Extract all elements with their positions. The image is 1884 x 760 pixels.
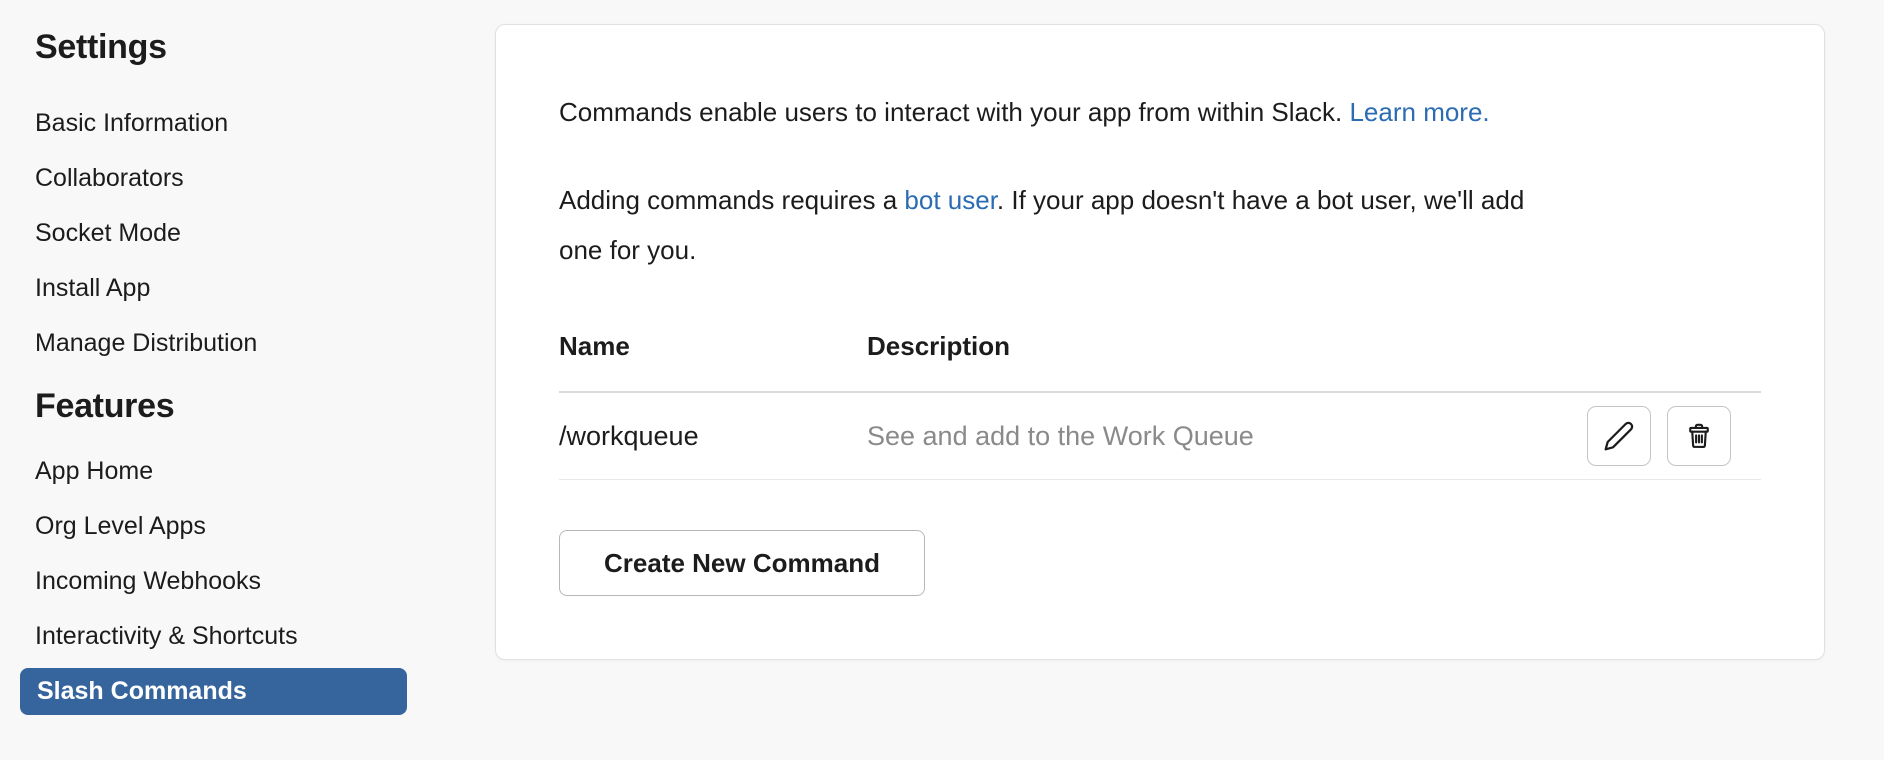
sidebar: Settings Basic Information Collaborators…: [20, 0, 455, 715]
table-row: /workqueue See and add to the Work Queue: [559, 393, 1761, 480]
note-wrap-line: one for you.: [559, 235, 697, 265]
command-name: /workqueue: [559, 420, 699, 451]
pencil-icon: [1603, 420, 1635, 452]
edit-command-button[interactable]: [1587, 406, 1651, 466]
delete-command-button[interactable]: [1667, 406, 1731, 466]
note-after-link: . If your app doesn't have a bot user, w…: [996, 185, 1525, 215]
slash-commands-panel: Commands enable users to interact with y…: [495, 24, 1825, 660]
settings-nav-list: Basic Information Collaborators Socket M…: [35, 110, 455, 357]
sidebar-item-app-home[interactable]: App Home: [35, 458, 455, 485]
column-header-name: Name: [559, 331, 630, 361]
sidebar-item-org-level-apps[interactable]: Org Level Apps: [35, 513, 455, 540]
trash-icon: [1684, 421, 1714, 451]
commands-table-header: Name Description: [559, 329, 1761, 393]
commands-intro-text: Commands enable users to interact with y…: [559, 95, 1761, 129]
sidebar-item-socket-mode[interactable]: Socket Mode: [35, 220, 455, 247]
features-nav-list: App Home Org Level Apps Incoming Webhook…: [20, 458, 455, 715]
sidebar-heading-settings: Settings: [35, 28, 167, 66]
sidebar-item-collaborators[interactable]: Collaborators: [35, 165, 455, 192]
sidebar-item-slash-commands[interactable]: Slash Commands: [20, 668, 407, 715]
create-new-command-button[interactable]: Create New Command: [559, 530, 925, 596]
column-header-description: Description: [867, 331, 1011, 361]
sidebar-heading-features: Features: [35, 387, 175, 425]
slash-commands-page: Settings Basic Information Collaborators…: [0, 0, 1884, 760]
learn-more-link[interactable]: Learn more.: [1349, 97, 1489, 127]
sidebar-item-incoming-webhooks[interactable]: Incoming Webhooks: [35, 568, 455, 595]
note-before-link: Adding commands requires a: [559, 185, 905, 215]
row-actions: [1587, 406, 1731, 466]
sidebar-item-interactivity-shortcuts[interactable]: Interactivity & Shortcuts: [35, 623, 455, 650]
intro-text: Commands enable users to interact with y…: [559, 97, 1350, 127]
sidebar-item-basic-information[interactable]: Basic Information: [35, 110, 455, 137]
sidebar-item-manage-distribution[interactable]: Manage Distribution: [35, 330, 455, 357]
sidebar-item-install-app[interactable]: Install App: [35, 275, 455, 302]
bot-user-link[interactable]: bot user: [904, 185, 997, 215]
bot-user-note-text: Adding commands requires a bot user. If …: [559, 175, 1761, 275]
command-description: See and add to the Work Queue: [867, 420, 1254, 451]
